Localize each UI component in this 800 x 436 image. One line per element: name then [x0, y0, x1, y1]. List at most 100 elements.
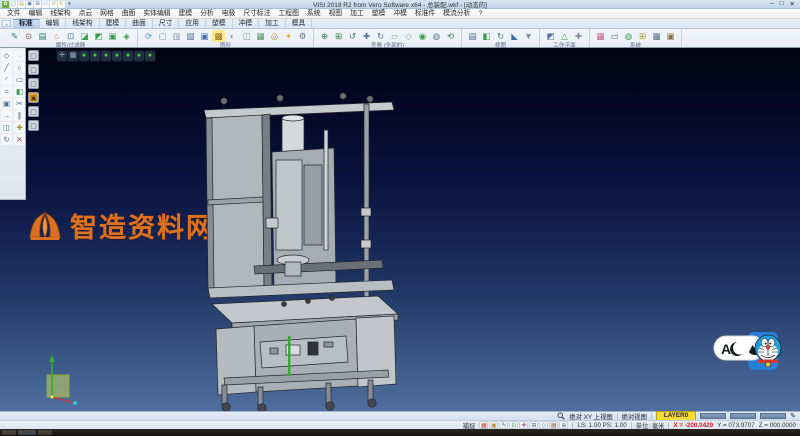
- taskbar-item[interactable]: [38, 430, 52, 435]
- zoom-all-icon[interactable]: ⊕: [318, 30, 331, 42]
- view-store-icon[interactable]: ▼: [522, 30, 535, 42]
- filter-solids-icon[interactable]: ▣: [106, 30, 119, 42]
- transparency-icon[interactable]: ◐: [226, 30, 239, 42]
- menu-item[interactable]: 分析: [196, 9, 218, 19]
- render-icon[interactable]: ▦: [254, 30, 267, 42]
- calculator-icon[interactable]: ▩: [650, 30, 663, 42]
- menu-item[interactable]: 曲面: [118, 9, 140, 19]
- menu-item[interactable]: 加工: [346, 9, 368, 19]
- scale-field[interactable]: LS: 1.00 PS: 1.00: [577, 422, 626, 429]
- wcs-icon[interactable]: ✛: [57, 51, 67, 61]
- menu-item[interactable]: 点云: [75, 9, 97, 19]
- arc-icon[interactable]: ◜: [1, 74, 12, 85]
- attributes-icon[interactable]: ✎: [8, 30, 21, 42]
- taskbar-item[interactable]: [18, 430, 36, 435]
- move-icon[interactable]: ✚: [14, 122, 25, 133]
- close-button[interactable]: ✕: [790, 0, 795, 8]
- menu-item[interactable]: 尺寸标注: [239, 9, 274, 19]
- dynamic-zoom-icon[interactable]: ●: [101, 51, 111, 61]
- active-shading-icon[interactable]: ▩: [212, 30, 225, 42]
- menu-item[interactable]: 建模: [175, 9, 197, 19]
- menu-item[interactable]: ?: [474, 9, 486, 19]
- menu-item[interactable]: 文件: [3, 9, 25, 19]
- redraw-icon[interactable]: ⟳: [142, 30, 155, 42]
- color-palette-icon[interactable]: ▦: [594, 30, 607, 42]
- ribbon-tab[interactable]: 尺寸: [153, 19, 180, 28]
- workplane-align-icon[interactable]: △: [558, 30, 571, 42]
- menu-item[interactable]: 网格: [96, 9, 118, 19]
- save-icon[interactable]: ▣: [26, 1, 33, 8]
- grid-icon[interactable]: ⊞: [636, 30, 649, 42]
- rotate-icon[interactable]: ↻: [374, 30, 387, 42]
- viewport-layout-3-icon[interactable]: ▢: [28, 78, 39, 89]
- minimize-button[interactable]: –: [770, 0, 774, 8]
- filter-all-icon[interactable]: ◈: [120, 30, 133, 42]
- zoom-in-icon[interactable]: ●: [123, 51, 133, 61]
- collapse-ribbon-button[interactable]: -: [2, 20, 11, 27]
- menu-item[interactable]: 实体编辑: [139, 9, 174, 19]
- cad-model[interactable]: [196, 90, 411, 411]
- pen-icon[interactable]: ✎: [790, 412, 796, 420]
- circle-icon[interactable]: ○: [14, 62, 25, 73]
- menu-item[interactable]: 编辑: [25, 9, 47, 19]
- view-front-icon[interactable]: ▱: [388, 30, 401, 42]
- view-normal-icon[interactable]: ◣: [508, 30, 521, 42]
- ribbon-tab[interactable]: 应用: [179, 19, 206, 28]
- rectangle-icon[interactable]: ▭: [14, 74, 25, 85]
- ribbon-tab[interactable]: 塑模: [206, 19, 233, 28]
- layer-filter-icon[interactable]: ▤: [36, 30, 49, 42]
- status-indicator[interactable]: [730, 413, 756, 419]
- open-file-icon[interactable]: ▤: [18, 1, 25, 8]
- view-dynamic-icon[interactable]: ↻: [494, 30, 507, 42]
- status-indicator[interactable]: [700, 413, 726, 419]
- copy-attributes-icon[interactable]: ⊡: [64, 30, 77, 42]
- redo-icon[interactable]: ↻: [58, 1, 65, 8]
- snap-point-icon[interactable]: ▣: [489, 421, 498, 429]
- rotate-tool-icon[interactable]: ↻: [1, 134, 12, 145]
- dynamic-section-icon[interactable]: ◫: [240, 30, 253, 42]
- ribbon-tab[interactable]: 编辑: [40, 19, 67, 28]
- status-indicator[interactable]: [760, 413, 786, 419]
- solid-icon[interactable]: ▣: [1, 98, 12, 109]
- lights-icon[interactable]: ✶: [282, 30, 295, 42]
- snap-edit-icon[interactable]: ✎: [499, 421, 508, 429]
- snap-grid-icon[interactable]: ▦: [479, 421, 488, 429]
- menu-item[interactable]: 电极: [218, 9, 240, 19]
- home-view-icon[interactable]: ⌂: [50, 30, 63, 42]
- search-icon[interactable]: [557, 412, 565, 420]
- view-manager-icon[interactable]: ▤: [466, 30, 479, 42]
- save-all-icon[interactable]: ⊞: [34, 1, 41, 8]
- undo-icon[interactable]: ↺: [50, 1, 57, 8]
- world-icon[interactable]: ◍: [622, 30, 635, 42]
- menu-item[interactable]: 模流分析: [439, 9, 474, 19]
- magnify-icon[interactable]: ◍: [430, 30, 443, 42]
- workplane-reset-icon[interactable]: ✚: [572, 30, 585, 42]
- menu-item[interactable]: 系统: [303, 9, 325, 19]
- mirror-icon[interactable]: ◫: [1, 122, 12, 133]
- ribbon-tab[interactable]: 线架构: [66, 19, 99, 28]
- viewport-layout-6-icon[interactable]: ▢: [28, 120, 39, 131]
- customize-quick-access-icon[interactable]: ▾: [66, 1, 73, 8]
- extend-icon[interactable]: →: [1, 110, 12, 121]
- restore-button[interactable]: □: [780, 0, 784, 8]
- dynamic-rotate-icon[interactable]: ●: [79, 51, 89, 61]
- materials-icon[interactable]: ◎: [268, 30, 281, 42]
- hidden-line-icon[interactable]: ▥: [170, 30, 183, 42]
- snap-quad-icon[interactable]: ⊞: [529, 421, 538, 429]
- snap-center-icon[interactable]: ⊙: [509, 421, 518, 429]
- ribbon-tab[interactable]: 冲模: [233, 19, 260, 28]
- new-file-icon[interactable]: ▢: [10, 1, 17, 8]
- ribbon-tab[interactable]: 曲面: [126, 19, 153, 28]
- pan-icon[interactable]: ✚: [360, 30, 373, 42]
- menu-item[interactable]: 标准件: [411, 9, 439, 19]
- line-icon[interactable]: ╱: [1, 62, 12, 73]
- zoom-previous-icon[interactable]: ↺: [346, 30, 359, 42]
- cad-viewport[interactable]: ◇·╱○◜▭≈◧▣✂→∥◫✚↻✕ ▢▢▢▣▢▢ ✛▦●●●●●●● 智造资料网: [0, 48, 800, 411]
- view-iso-icon[interactable]: ◇: [402, 30, 415, 42]
- trim-icon[interactable]: ✂: [14, 98, 25, 109]
- wireframe-view-icon[interactable]: ▢: [156, 30, 169, 42]
- menu-item[interactable]: 工程图: [275, 9, 303, 19]
- filter-faces-icon[interactable]: ◪: [78, 30, 91, 42]
- viewport-layout-1-icon[interactable]: ▢: [28, 50, 39, 61]
- print-icon[interactable]: ▭: [42, 1, 49, 8]
